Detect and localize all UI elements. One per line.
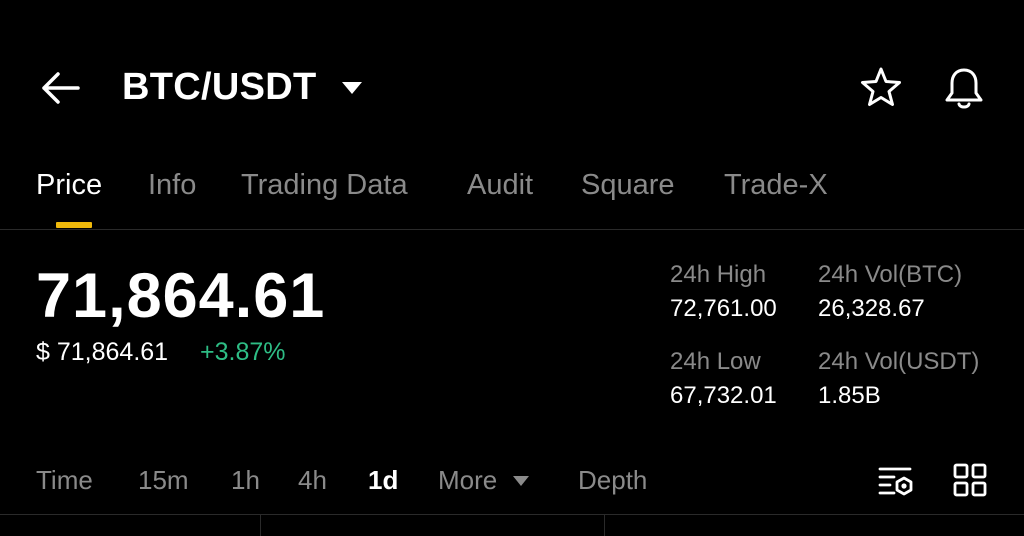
interval-1d[interactable]: 1d <box>368 460 398 500</box>
usd-price: $ 71,864.61 <box>36 338 169 366</box>
interval-1h[interactable]: 1h <box>231 460 260 500</box>
interval-time[interactable]: Time <box>36 460 93 500</box>
back-button[interactable] <box>38 68 82 108</box>
tab-price[interactable]: Price <box>36 160 102 210</box>
active-tab-indicator <box>56 222 92 228</box>
tab-trading-data[interactable]: Trading Data <box>241 160 408 210</box>
interval-more[interactable]: More <box>438 460 497 500</box>
tab-square[interactable]: Square <box>581 160 675 210</box>
caret-down-icon <box>342 82 362 94</box>
interval-4h[interactable]: 4h <box>298 460 327 500</box>
low-value: 67,732.01 <box>670 382 777 409</box>
price-change-percent: +3.87% <box>200 338 286 366</box>
star-icon <box>861 67 901 106</box>
chart-gridline <box>260 514 261 536</box>
more-dropdown[interactable] <box>512 474 530 486</box>
chart-settings-button[interactable] <box>876 460 916 500</box>
low-label: 24h Low <box>670 348 761 375</box>
chart-top-divider <box>0 514 1024 515</box>
layout-grid-button[interactable] <box>950 460 990 500</box>
vol-btc-value: 26,328.67 <box>818 295 925 322</box>
favorite-button[interactable] <box>858 64 904 110</box>
alert-button[interactable] <box>940 64 988 112</box>
high-value: 72,761.00 <box>670 295 777 322</box>
pair-selector-caret[interactable] <box>340 78 364 98</box>
chart-settings-icon <box>878 467 913 496</box>
bell-icon <box>945 68 983 109</box>
high-label: 24h High <box>670 261 767 288</box>
grid-icon <box>953 463 987 497</box>
vol-usdt-label: 24h Vol(USDT) <box>818 348 980 375</box>
tab-bar: Price Info Trading Data Audit Square Tra… <box>0 160 1024 212</box>
arrow-left-icon <box>42 72 80 104</box>
tab-audit[interactable]: Audit <box>467 160 533 210</box>
tab-divider <box>0 229 1024 230</box>
pair-title[interactable]: BTC/USDT <box>122 62 317 112</box>
vol-usdt-value: 1.85B <box>818 382 881 409</box>
caret-down-icon <box>513 476 529 486</box>
depth-tab[interactable]: Depth <box>578 460 647 500</box>
interval-15m[interactable]: 15m <box>138 460 189 500</box>
tab-info[interactable]: Info <box>148 160 196 210</box>
tab-trade-x[interactable]: Trade-X <box>724 160 828 210</box>
chart-gridline <box>604 514 605 536</box>
last-price: 71,864.61 <box>36 261 326 331</box>
vol-btc-label: 24h Vol(BTC) <box>818 261 963 288</box>
